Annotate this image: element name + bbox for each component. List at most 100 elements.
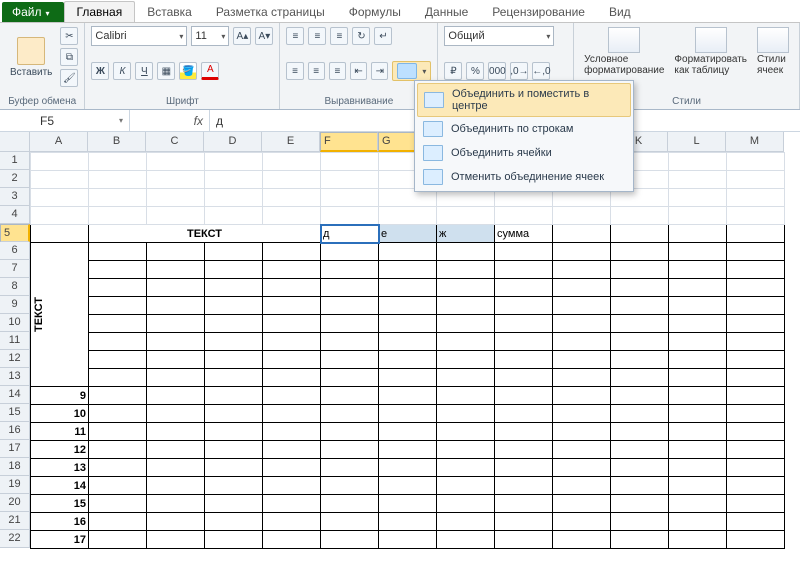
cell-F12[interactable] bbox=[321, 351, 379, 369]
tab-formulas[interactable]: Формулы bbox=[337, 2, 413, 22]
increase-indent-button[interactable]: ⇥ bbox=[371, 62, 388, 80]
align-left-button[interactable]: ≡ bbox=[286, 62, 303, 80]
cell-J21[interactable] bbox=[553, 513, 611, 531]
cell-E18[interactable] bbox=[263, 459, 321, 477]
cell-M9[interactable] bbox=[727, 297, 785, 315]
cell-C15[interactable] bbox=[147, 405, 205, 423]
row-header-9[interactable]: 9 bbox=[0, 296, 30, 314]
tab-review[interactable]: Рецензирование bbox=[480, 2, 597, 22]
row-header-5[interactable]: 5 bbox=[0, 224, 30, 242]
merge-menu-unmerge[interactable]: Отменить объединение ячеек bbox=[417, 165, 631, 189]
column-header-A[interactable]: A bbox=[30, 132, 88, 152]
cell-C3[interactable] bbox=[147, 189, 205, 207]
row-header-15[interactable]: 15 bbox=[0, 404, 30, 422]
cell-C1[interactable] bbox=[147, 153, 205, 171]
cell-E15[interactable] bbox=[263, 405, 321, 423]
font-color-button[interactable]: A bbox=[201, 62, 219, 80]
cell-L14[interactable] bbox=[669, 387, 727, 405]
cell-A3[interactable] bbox=[31, 189, 89, 207]
cell-B7[interactable] bbox=[89, 261, 147, 279]
cell-I8[interactable] bbox=[495, 279, 553, 297]
cell-F8[interactable] bbox=[321, 279, 379, 297]
cell-L22[interactable] bbox=[669, 531, 727, 549]
column-header-F[interactable]: F bbox=[320, 132, 378, 152]
cell-J13[interactable] bbox=[553, 369, 611, 387]
cell-I9[interactable] bbox=[495, 297, 553, 315]
conditional-formatting-button[interactable]: Условное форматирование bbox=[584, 27, 664, 76]
cell-H22[interactable] bbox=[437, 531, 495, 549]
cell-B22[interactable] bbox=[89, 531, 147, 549]
cell-K7[interactable] bbox=[611, 261, 669, 279]
cell-G20[interactable] bbox=[379, 495, 437, 513]
cell-H8[interactable] bbox=[437, 279, 495, 297]
cell-H12[interactable] bbox=[437, 351, 495, 369]
cell-E20[interactable] bbox=[263, 495, 321, 513]
cell-A22[interactable]: 17 bbox=[31, 531, 89, 549]
underline-button[interactable]: Ч bbox=[135, 62, 153, 80]
row-header-13[interactable]: 13 bbox=[0, 368, 30, 386]
cell-B15[interactable] bbox=[89, 405, 147, 423]
cell-I21[interactable] bbox=[495, 513, 553, 531]
align-top-button[interactable]: ≡ bbox=[286, 27, 304, 45]
cell-F20[interactable] bbox=[321, 495, 379, 513]
align-bottom-button[interactable]: ≡ bbox=[330, 27, 348, 45]
row-header-21[interactable]: 21 bbox=[0, 512, 30, 530]
cell-styles-button[interactable]: Стили ячеек bbox=[757, 27, 789, 76]
tab-view[interactable]: Вид bbox=[597, 2, 643, 22]
cell-E17[interactable] bbox=[263, 441, 321, 459]
cell-M18[interactable] bbox=[727, 459, 785, 477]
cell-B2[interactable] bbox=[89, 171, 147, 189]
cell-G10[interactable] bbox=[379, 315, 437, 333]
cell-H21[interactable] bbox=[437, 513, 495, 531]
cell-I10[interactable] bbox=[495, 315, 553, 333]
cell-D11[interactable] bbox=[205, 333, 263, 351]
cell-C17[interactable] bbox=[147, 441, 205, 459]
cell-J22[interactable] bbox=[553, 531, 611, 549]
cell-J6[interactable] bbox=[553, 243, 611, 261]
row-header-7[interactable]: 7 bbox=[0, 260, 30, 278]
format-as-table-button[interactable]: Форматировать как таблицу bbox=[674, 27, 747, 76]
cell-I19[interactable] bbox=[495, 477, 553, 495]
cell-D6[interactable] bbox=[205, 243, 263, 261]
cell-G7[interactable] bbox=[379, 261, 437, 279]
copy-button[interactable]: ⧉ bbox=[60, 48, 78, 66]
cell-B18[interactable] bbox=[89, 459, 147, 477]
cell-M19[interactable] bbox=[727, 477, 785, 495]
align-center-button[interactable]: ≡ bbox=[308, 62, 325, 80]
cell-M1[interactable] bbox=[727, 153, 785, 171]
cell-C8[interactable] bbox=[147, 279, 205, 297]
cell-B1[interactable] bbox=[89, 153, 147, 171]
row-header-19[interactable]: 19 bbox=[0, 476, 30, 494]
increase-decimal-button[interactable]: ,0→ bbox=[510, 62, 528, 80]
cell-I5[interactable]: сумма bbox=[495, 225, 553, 243]
row-header-10[interactable]: 10 bbox=[0, 314, 30, 332]
cell-I12[interactable] bbox=[495, 351, 553, 369]
cell-H5[interactable]: ж bbox=[437, 225, 495, 243]
cell-A16[interactable]: 11 bbox=[31, 423, 89, 441]
cell-L15[interactable] bbox=[669, 405, 727, 423]
cell-I7[interactable] bbox=[495, 261, 553, 279]
cell-G17[interactable] bbox=[379, 441, 437, 459]
currency-button[interactable]: ₽ bbox=[444, 62, 462, 80]
column-header-B[interactable]: B bbox=[88, 132, 146, 152]
decrease-decimal-button[interactable]: ←,0 bbox=[532, 62, 550, 80]
row-header-11[interactable]: 11 bbox=[0, 332, 30, 350]
cell-B20[interactable] bbox=[89, 495, 147, 513]
number-format-select[interactable]: Общий▾ bbox=[444, 26, 554, 46]
cell-B17[interactable] bbox=[89, 441, 147, 459]
row-header-20[interactable]: 20 bbox=[0, 494, 30, 512]
cell-C16[interactable] bbox=[147, 423, 205, 441]
cell-F15[interactable] bbox=[321, 405, 379, 423]
cell-B19[interactable] bbox=[89, 477, 147, 495]
cell-D10[interactable] bbox=[205, 315, 263, 333]
cell-G21[interactable] bbox=[379, 513, 437, 531]
cell-I16[interactable] bbox=[495, 423, 553, 441]
cell-G15[interactable] bbox=[379, 405, 437, 423]
row-header-4[interactable]: 4 bbox=[0, 206, 30, 224]
cell-M10[interactable] bbox=[727, 315, 785, 333]
cell-D16[interactable] bbox=[205, 423, 263, 441]
cell-M5[interactable] bbox=[727, 225, 785, 243]
cell-A1[interactable] bbox=[31, 153, 89, 171]
cell-M6[interactable] bbox=[727, 243, 785, 261]
cell-G5[interactable]: е bbox=[379, 225, 437, 243]
